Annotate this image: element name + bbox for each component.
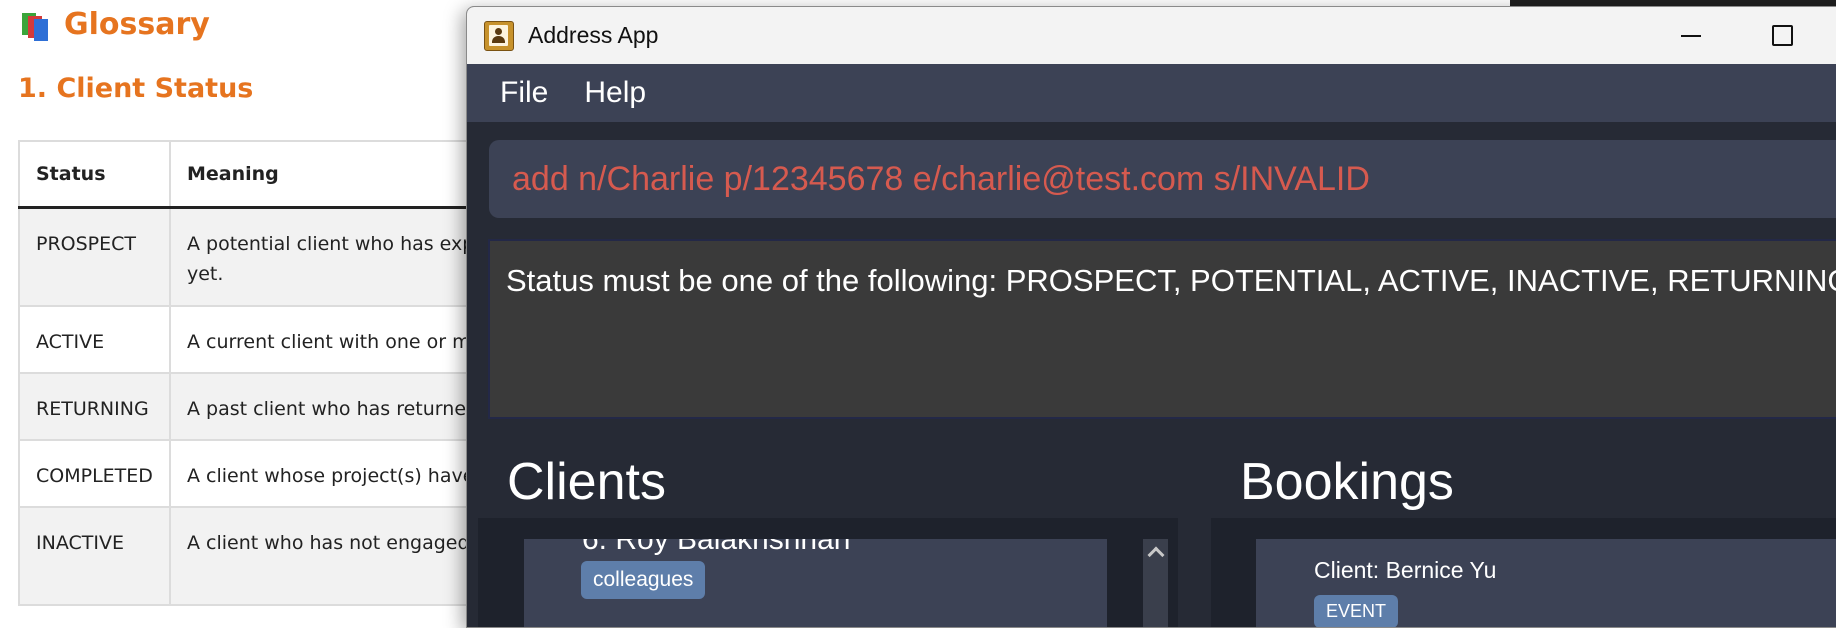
status-cell: RETURNING [18,372,171,441]
booking-list[interactable]: Client: Bernice Yu EVENT [1211,518,1836,627]
minimize-icon [1681,34,1701,37]
client-status-heading: 1. Client Status [18,73,254,104]
glossary-heading: Glossary [20,4,210,44]
table-header-status: Status [18,140,171,209]
table-row: COMPLETED A client whose project(s) have… [18,439,518,508]
glossary-title: Glossary [64,6,210,42]
client-list[interactable]: 6. Roy Balakrishnan colleagues [478,518,1178,627]
table-row: INACTIVE A client who has not engaged f [18,506,518,606]
booking-tag: EVENT [1314,595,1399,627]
client-card[interactable]: 6. Roy Balakrishnan colleagues [524,539,1107,627]
table-header-row: Status Meaning [18,140,518,209]
address-app-window: Address App File Help add n/Charlie p/12… [466,6,1836,628]
command-box[interactable]: add n/Charlie p/12345678 e/charlie@test.… [489,140,1836,218]
client-list-scrollbar[interactable] [1143,539,1168,627]
meaning-text: A potential client who has expr [187,233,483,255]
booking-card[interactable]: Client: Bernice Yu EVENT [1256,539,1836,627]
meaning-cell: A current client with one or mo [169,305,518,374]
chevron-up-icon [1147,546,1164,564]
menu-bar: File Help [467,64,1836,122]
table-row: ACTIVE A current client with one or mo [18,305,518,374]
status-cell: ACTIVE [18,305,171,374]
bookings-heading: Bookings [1240,453,1454,511]
table-row: PROSPECT A potential client who has expr… [18,206,518,307]
meaning-cell: A potential client who has expr yet. [169,206,518,307]
title-bar[interactable]: Address App [467,7,1836,64]
maximize-icon [1771,25,1793,46]
client-name: 6. Roy Balakrishnan [582,539,851,556]
status-cell: INACTIVE [18,506,171,606]
status-cell: COMPLETED [18,439,171,508]
maximize-button[interactable] [1750,7,1814,64]
table-header-meaning: Meaning [169,140,518,209]
meaning-text-line2: yet. [187,263,224,285]
window-title: Address App [528,22,659,48]
menu-file[interactable]: File [500,76,548,110]
books-icon [20,8,54,41]
command-input[interactable]: add n/Charlie p/12345678 e/charlie@test.… [512,160,1370,199]
minimize-button[interactable] [1659,7,1723,64]
menu-help[interactable]: Help [584,76,646,110]
booking-client: Client: Bernice Yu [1314,557,1497,583]
result-display[interactable]: Status must be one of the following: PRO… [488,239,1836,419]
status-cell: PROSPECT [18,206,171,307]
clients-heading: Clients [507,453,666,511]
client-tag: colleagues [581,561,706,599]
meaning-cell: A client whose project(s) have b [169,439,518,508]
address-book-icon [484,20,514,51]
client-status-table: Status Meaning PROSPECT A potential clie… [18,140,518,606]
table-row: RETURNING A past client who has returned [18,372,518,441]
meaning-cell: A client who has not engaged f [169,506,518,606]
meaning-cell: A past client who has returned [169,372,518,441]
result-message: Status must be one of the following: PRO… [506,263,1836,298]
scroll-up-button[interactable] [1143,539,1168,565]
